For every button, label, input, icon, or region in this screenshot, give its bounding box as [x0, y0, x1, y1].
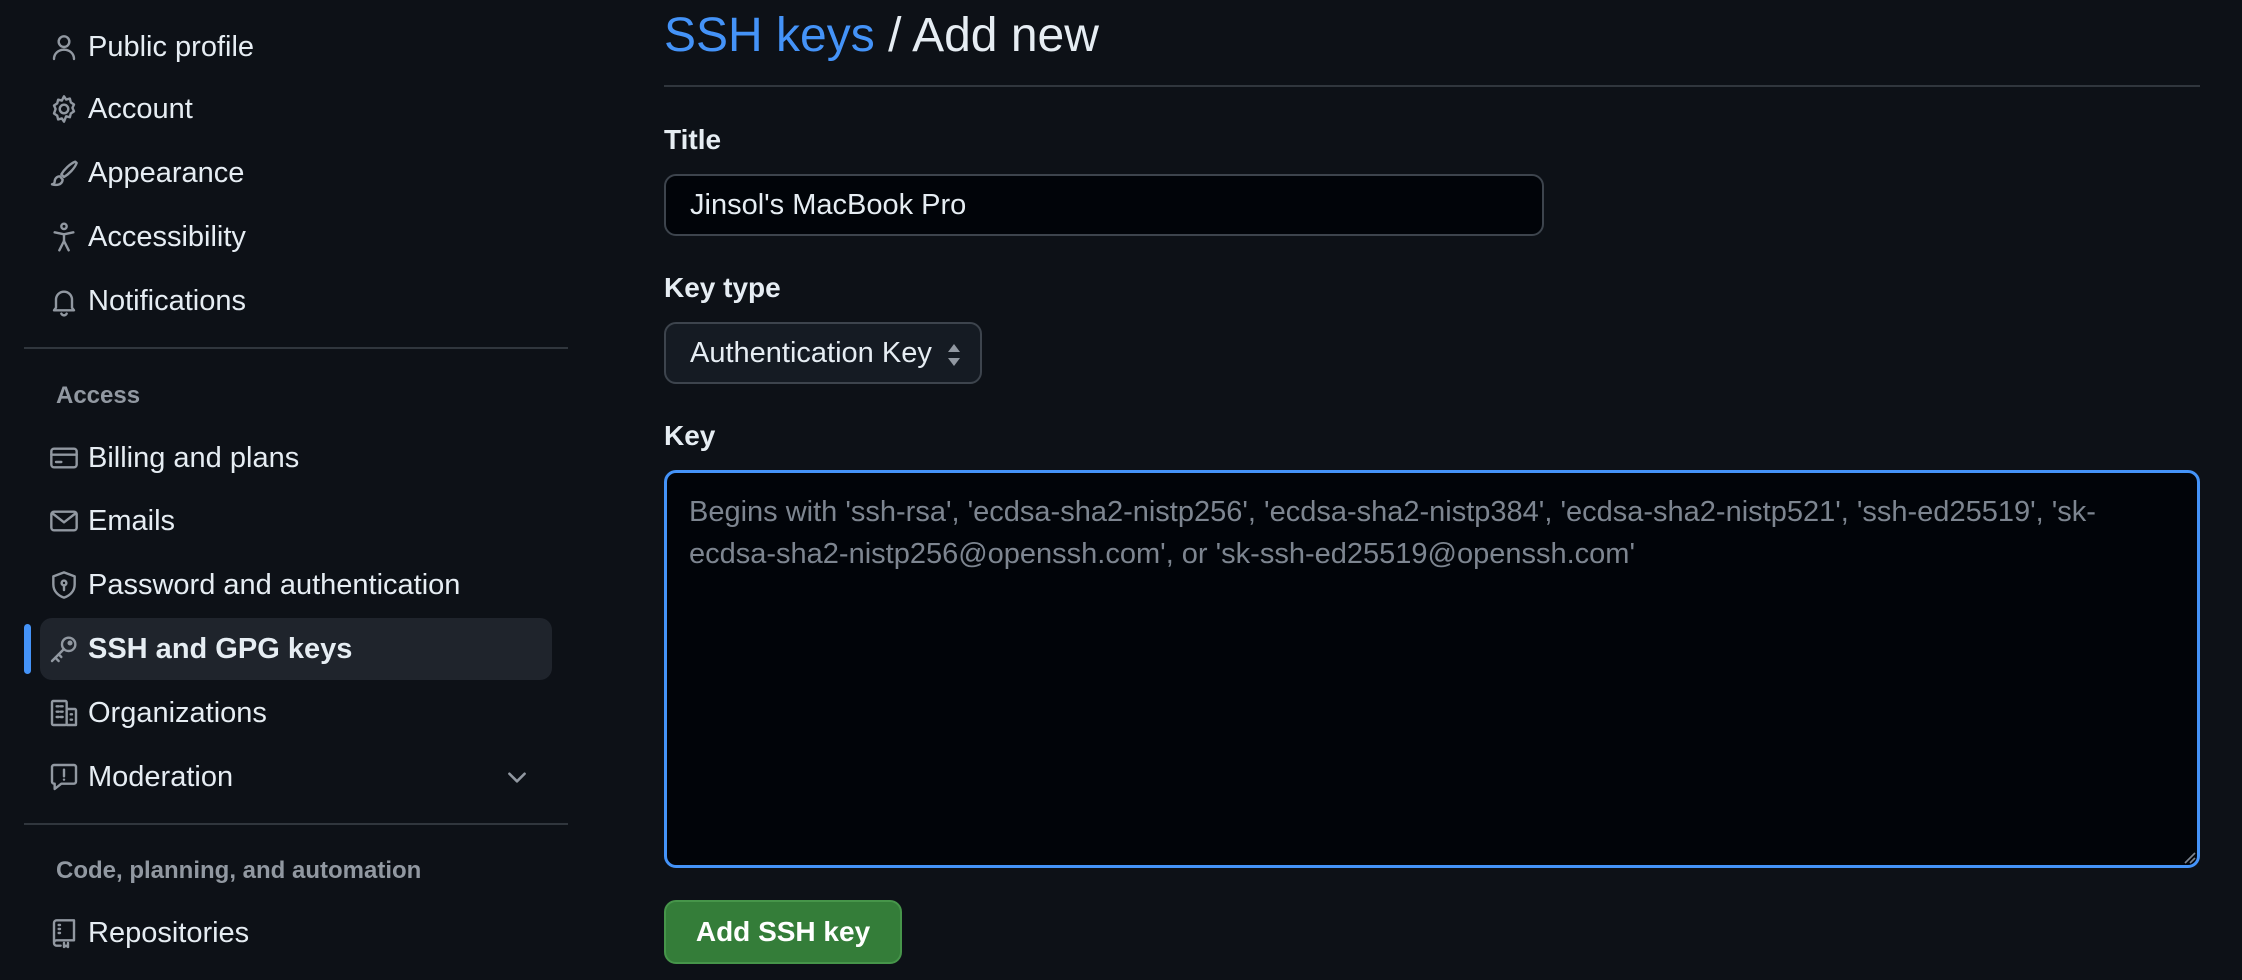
sidebar-item-label: Password and authentication: [88, 568, 461, 601]
sidebar-item-label: Emails: [88, 504, 176, 537]
resize-handle-icon[interactable]: [2180, 848, 2196, 864]
sidebar-section-heading-access: Access: [56, 382, 141, 409]
sidebar-item-notifications[interactable]: Notifications: [40, 270, 552, 332]
select-arrows-icon: [944, 341, 964, 369]
page-title: Add new: [912, 9, 1099, 62]
sidebar-item-accessibility[interactable]: Accessibility: [40, 206, 552, 268]
add-ssh-key-button[interactable]: Add SSH key: [664, 900, 902, 964]
active-indicator: [24, 624, 31, 674]
sidebar-section-heading-code: Code, planning, and automation: [56, 857, 422, 884]
sidebar-item-billing[interactable]: Billing and plans: [40, 427, 552, 489]
sidebar-item-label: Billing and plans: [88, 441, 300, 474]
sidebar-item-label: Appearance: [88, 156, 245, 189]
gear-icon: [32, 78, 96, 140]
key-textarea[interactable]: [664, 470, 2200, 868]
repo-icon: [32, 902, 96, 964]
mail-icon: [32, 490, 96, 552]
breadcrumb-ssh-keys-link[interactable]: SSH keys: [664, 9, 875, 62]
sidebar-item-organizations[interactable]: Organizations: [40, 682, 552, 744]
sidebar-item-label: Moderation: [88, 760, 234, 793]
sidebar-item-appearance[interactable]: Appearance: [40, 142, 552, 204]
key-type-selected-value: Authentication Key: [690, 336, 932, 369]
sidebar-item-label: Public profile: [88, 30, 255, 63]
sidebar-item-ssh-gpg-keys[interactable]: SSH and GPG keys: [40, 618, 552, 680]
key-type-select[interactable]: Authentication Key: [664, 322, 982, 384]
accessibility-icon: [32, 206, 96, 268]
settings-sidebar: Public profile Account Appearance Access…: [0, 0, 600, 980]
sidebar-item-account[interactable]: Account: [40, 78, 552, 140]
sidebar-divider: [24, 347, 568, 349]
heading-divider: [664, 85, 2200, 87]
key-label: Key: [664, 420, 716, 451]
sidebar-item-label: Accessibility: [88, 220, 246, 253]
main-content: SSH keys / Add new Title Key type Authen…: [664, 0, 2200, 980]
key-type-label: Key type: [664, 272, 781, 303]
sidebar-item-label: Notifications: [88, 284, 246, 317]
bell-icon: [32, 270, 96, 332]
breadcrumb-separator: /: [874, 9, 913, 62]
sidebar-item-label: Organizations: [88, 696, 267, 729]
organization-icon: [32, 682, 96, 744]
sidebar-item-label: Repositories: [88, 916, 250, 949]
paintbrush-icon: [32, 142, 96, 204]
person-icon: [32, 16, 96, 78]
report-icon: [32, 746, 96, 808]
chevron-down-icon[interactable]: [504, 764, 530, 790]
shield-lock-icon: [32, 554, 96, 616]
sidebar-item-emails[interactable]: Emails: [40, 490, 552, 552]
title-input[interactable]: [664, 174, 1544, 236]
page-heading: SSH keys / Add new: [664, 6, 1099, 66]
sidebar-item-label: SSH and GPG keys: [88, 632, 353, 665]
sidebar-item-label: Account: [88, 92, 193, 125]
sidebar-item-password-authentication[interactable]: Password and authentication: [40, 554, 552, 616]
sidebar-item-public-profile[interactable]: Public profile: [40, 16, 552, 78]
sidebar-divider: [24, 823, 568, 825]
sidebar-item-moderation[interactable]: Moderation: [40, 746, 552, 808]
credit-card-icon: [32, 427, 96, 489]
title-label: Title: [664, 124, 722, 155]
sidebar-item-repositories[interactable]: Repositories: [40, 902, 552, 964]
key-icon: [32, 618, 96, 680]
settings-page: Public profile Account Appearance Access…: [0, 0, 2242, 980]
